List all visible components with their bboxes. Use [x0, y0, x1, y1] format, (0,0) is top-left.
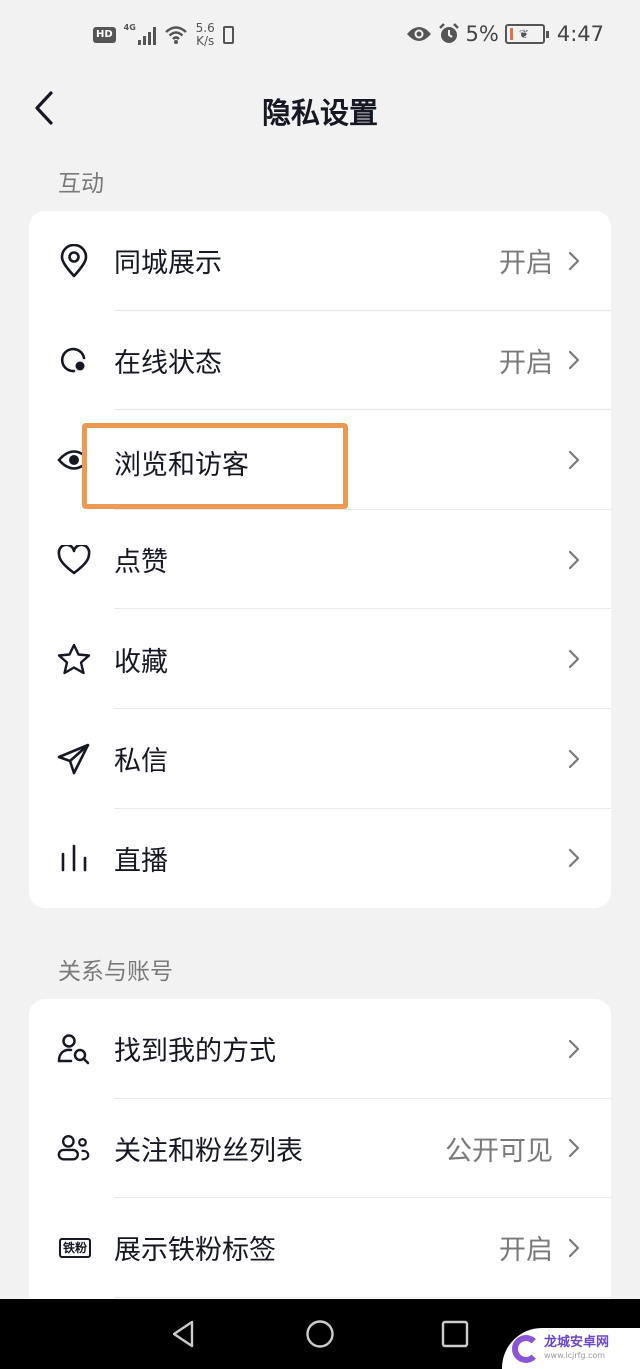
setting-row-likes[interactable]: 点赞: [29, 510, 611, 610]
eye-icon: [57, 443, 91, 477]
section-label-relationships-account: 关系与账号: [58, 959, 173, 985]
setting-label: 私信: [114, 746, 168, 778]
chevron-right-icon: [568, 650, 580, 669]
star-icon: [57, 642, 91, 676]
setting-label: 在线状态: [114, 347, 222, 379]
setting-value: 公开可见: [445, 1135, 553, 1167]
setting-row-live[interactable]: 直播: [29, 809, 611, 909]
setting-label: 找到我的方式: [114, 1036, 276, 1068]
user-search-icon: [57, 1032, 91, 1066]
interaction-settings-card: 同城展示 开启 在线状态 开启 浏览和访客 点赞 收藏 私信 直播: [29, 211, 611, 909]
chevron-right-icon: [568, 1139, 580, 1158]
iron-fan-badge-icon: 铁粉: [57, 1231, 93, 1265]
watermark-url: www.lcjrfg.com: [544, 1350, 606, 1360]
speed-unit: K/s: [196, 34, 215, 48]
setting-value: 开启: [499, 347, 553, 379]
setting-row-online-status[interactable]: 在线状态 开启: [29, 311, 611, 411]
eye-comfort-icon: [406, 27, 431, 41]
highlight-annotation-label: 浏览和访客: [114, 450, 249, 481]
online-status-icon: [57, 343, 91, 377]
battery-icon: ❦: [504, 24, 549, 44]
system-recents-button[interactable]: [438, 1317, 472, 1351]
triangle-back-icon: [172, 1320, 194, 1348]
relationship-settings-card: 找到我的方式 关注和粉丝列表 公开可见 铁粉 展示铁粉标签 开启: [29, 999, 611, 1299]
users-icon: [57, 1131, 91, 1165]
setting-value: 开启: [499, 1235, 553, 1267]
setting-value: 开启: [499, 248, 553, 280]
clock: 4:47: [556, 22, 604, 46]
setting-row-favorites[interactable]: 收藏: [29, 609, 611, 709]
setting-row-nearby-display[interactable]: 同城展示 开启: [29, 211, 611, 311]
battery-percent: 5%: [465, 22, 499, 46]
setting-row-following-followers[interactable]: 关注和粉丝列表 公开可见: [29, 1099, 611, 1199]
network-type: 4G: [123, 23, 136, 32]
dragon-logo-icon: [512, 1334, 540, 1363]
live-bars-icon: [57, 841, 91, 875]
watermark-title: 龙城安卓网: [544, 1334, 610, 1350]
chevron-right-icon: [568, 1039, 580, 1058]
chevron-right-icon: [568, 749, 580, 768]
section-label-interaction: 互动: [58, 171, 104, 197]
send-icon: [57, 742, 91, 776]
chevron-right-icon: [568, 849, 580, 868]
top-nav-bar: 隐私设置: [0, 76, 640, 140]
network-speed: 5.6 K/s: [196, 22, 215, 48]
alarm-icon: [438, 23, 459, 43]
sim-icon: [222, 26, 234, 44]
chevron-right-icon: [568, 450, 580, 470]
setting-label: 展示铁粉标签: [114, 1235, 276, 1267]
wifi-icon: [164, 26, 187, 44]
location-pin-icon: [57, 243, 91, 278]
chevron-right-icon: [568, 550, 580, 569]
chevron-right-icon: [568, 251, 580, 270]
iron-fan-badge-text: 铁粉: [58, 1237, 91, 1258]
setting-row-find-me[interactable]: 找到我的方式: [29, 999, 611, 1099]
cellular-signal-icon: 4G: [123, 23, 156, 45]
hd-badge: HD: [93, 27, 116, 43]
setting-row-messages[interactable]: 私信: [29, 709, 611, 809]
chevron-right-icon: [568, 351, 580, 370]
square-recents-icon: [441, 1320, 469, 1348]
heart-icon: [57, 543, 91, 577]
setting-label: 收藏: [114, 646, 168, 678]
setting-label: 关注和粉丝列表: [114, 1135, 303, 1167]
divider: [114, 1296, 611, 1298]
circle-home-icon: [306, 1320, 334, 1348]
setting-label: 同城展示: [114, 248, 222, 280]
power-saving-leaf-icon: ❦: [518, 27, 529, 41]
setting-row-iron-fan-badge[interactable]: 铁粉 展示铁粉标签 开启: [29, 1198, 611, 1298]
watermark: 龙城安卓网 www.lcjrfg.com: [502, 1328, 640, 1369]
setting-label: 点赞: [114, 547, 168, 579]
system-back-button[interactable]: [166, 1317, 200, 1351]
page-title: 隐私设置: [261, 96, 378, 130]
status-bar: HD 4G 5.6 K/s 5% ❦ 4:47: [0, 0, 640, 76]
chevron-right-icon: [568, 1238, 580, 1258]
setting-label: 直播: [114, 845, 168, 877]
system-home-button[interactable]: [303, 1317, 337, 1351]
